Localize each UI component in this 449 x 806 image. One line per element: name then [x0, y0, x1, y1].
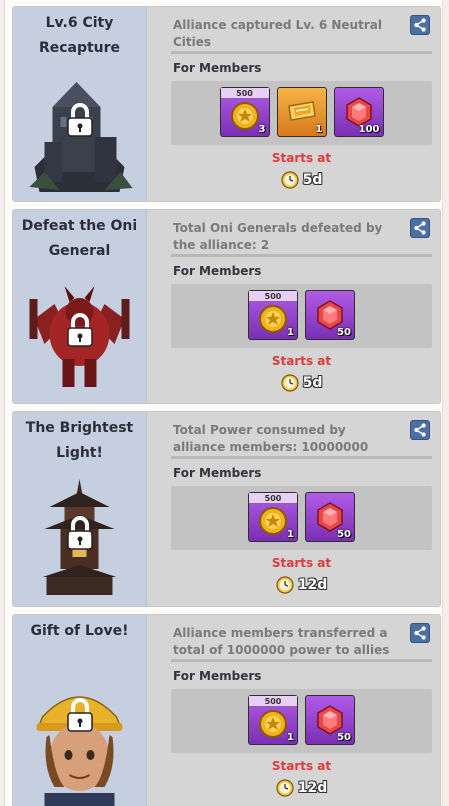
- countdown-text: 12d: [297, 577, 328, 593]
- reward-tag: 500: [249, 291, 297, 302]
- reward-box: 500 1 50: [171, 486, 432, 550]
- reward-item-medal[interactable]: 500 3: [219, 87, 270, 137]
- share-icon: [414, 18, 426, 32]
- event-description: Alliance members transferred a total of …: [173, 626, 390, 657]
- event-description: Alliance captured Lv. 6 Neutral Cities: [173, 18, 382, 49]
- starts-at-label: Starts at: [271, 354, 332, 368]
- clock-icon: [281, 374, 299, 392]
- reward-item-gem[interactable]: 50: [305, 492, 355, 542]
- reward-item-medal[interactable]: 500 1: [248, 290, 298, 340]
- reward-tag: 500: [249, 696, 297, 707]
- share-button[interactable]: [410, 15, 430, 35]
- divider: [171, 254, 432, 257]
- event-details: Total Power consumed by alliance members…: [147, 412, 440, 606]
- reward-qty: 1: [287, 327, 294, 338]
- for-members-label: For Members: [173, 466, 262, 480]
- reward-qty: 50: [337, 327, 351, 338]
- share-button[interactable]: [410, 623, 430, 643]
- reward-qty: 50: [337, 529, 351, 540]
- countdown: 5d: [171, 171, 432, 189]
- event-title: Lv.6 City Recapture: [38, 15, 121, 56]
- dark-castle-image: [23, 72, 136, 197]
- event-details: Alliance captured Lv. 6 Neutral Cities F…: [147, 7, 440, 201]
- divider: [171, 51, 432, 54]
- event-details: Total Oni Generals defeated by the allia…: [147, 210, 440, 403]
- share-icon: [414, 626, 426, 640]
- countdown-text: 12d: [297, 780, 328, 796]
- reward-qty: 1: [287, 732, 294, 743]
- lock-icon: [65, 515, 95, 551]
- alliance-events-panel: Lv.6 City Recapture Alliance captured Lv…: [4, 0, 443, 806]
- event-description: Total Oni Generals defeated by the allia…: [173, 221, 383, 252]
- lock-icon: [65, 312, 95, 348]
- event-title: Defeat the Oni General: [21, 218, 138, 259]
- reward-box: 500 3 1 100: [171, 81, 432, 145]
- clock-icon: [281, 171, 299, 189]
- event-art-panel: The Brightest Light!: [13, 412, 147, 606]
- event-art-panel: Lv.6 City Recapture: [13, 7, 147, 201]
- countdown-text: 5d: [302, 172, 323, 188]
- pagoda-lantern-image: [23, 477, 136, 602]
- divider: [171, 456, 432, 459]
- event-title: The Brightest Light!: [25, 420, 134, 461]
- reward-qty: 50: [337, 732, 351, 743]
- reward-item-gem[interactable]: 100: [333, 87, 384, 137]
- event-details: Alliance members transferred a total of …: [147, 615, 440, 806]
- reward-item-gem[interactable]: 50: [305, 290, 355, 340]
- share-button[interactable]: [410, 218, 430, 238]
- event-art-panel: Gift of Love!: [13, 615, 147, 806]
- for-members-label: For Members: [173, 669, 262, 683]
- countdown: 12d: [171, 779, 432, 797]
- event-card: Defeat the Oni General Total Oni General…: [12, 209, 441, 404]
- event-card: The Brightest Light! Total Power consume…: [12, 411, 441, 607]
- share-icon: [414, 221, 426, 235]
- lock-icon: [65, 697, 95, 733]
- reward-item-medal[interactable]: 500 1: [248, 695, 298, 745]
- reward-item-medal[interactable]: 500 1: [248, 492, 298, 542]
- gold-medal-icon: [257, 505, 289, 537]
- oni-general-image: [23, 274, 136, 399]
- reward-qty: 3: [258, 124, 266, 135]
- gold-medal-icon: [257, 303, 289, 335]
- gold-medal-icon: [229, 100, 261, 132]
- starts-at-label: Starts at: [271, 556, 332, 570]
- reward-tag: 500: [249, 493, 297, 504]
- reward-qty: 1: [315, 124, 323, 135]
- starts-at-label: Starts at: [271, 759, 332, 773]
- golden-ticket-icon: [286, 96, 318, 128]
- share-icon: [414, 423, 426, 437]
- reward-qty: 1: [287, 529, 294, 540]
- clock-icon: [276, 576, 294, 594]
- reward-item-gem[interactable]: 50: [305, 695, 355, 745]
- countdown: 5d: [171, 374, 432, 392]
- for-members-label: For Members: [173, 264, 262, 278]
- reward-box: 500 1 50: [171, 284, 432, 348]
- reward-tag: 500: [220, 88, 269, 99]
- countdown-text: 5d: [302, 375, 323, 391]
- clock-icon: [276, 779, 294, 797]
- gold-medal-icon: [257, 708, 289, 740]
- reward-item-ticket[interactable]: 1: [276, 87, 327, 137]
- event-title: Gift of Love!: [30, 623, 129, 639]
- reward-qty: 100: [358, 124, 380, 135]
- event-card: Gift of Love! Alliance members transferr…: [12, 614, 441, 806]
- divider: [171, 659, 432, 662]
- countdown: 12d: [171, 576, 432, 594]
- event-card: Lv.6 City Recapture Alliance captured Lv…: [12, 6, 441, 202]
- reward-box: 500 1 50: [171, 689, 432, 753]
- for-members-label: For Members: [173, 61, 262, 75]
- event-description: Total Power consumed by alliance members…: [173, 423, 369, 454]
- starts-at-label: Starts at: [271, 151, 332, 165]
- event-art-panel: Defeat the Oni General: [13, 210, 147, 403]
- lock-icon: [65, 102, 95, 138]
- hardhat-character-image: [23, 657, 136, 806]
- share-button[interactable]: [410, 420, 430, 440]
